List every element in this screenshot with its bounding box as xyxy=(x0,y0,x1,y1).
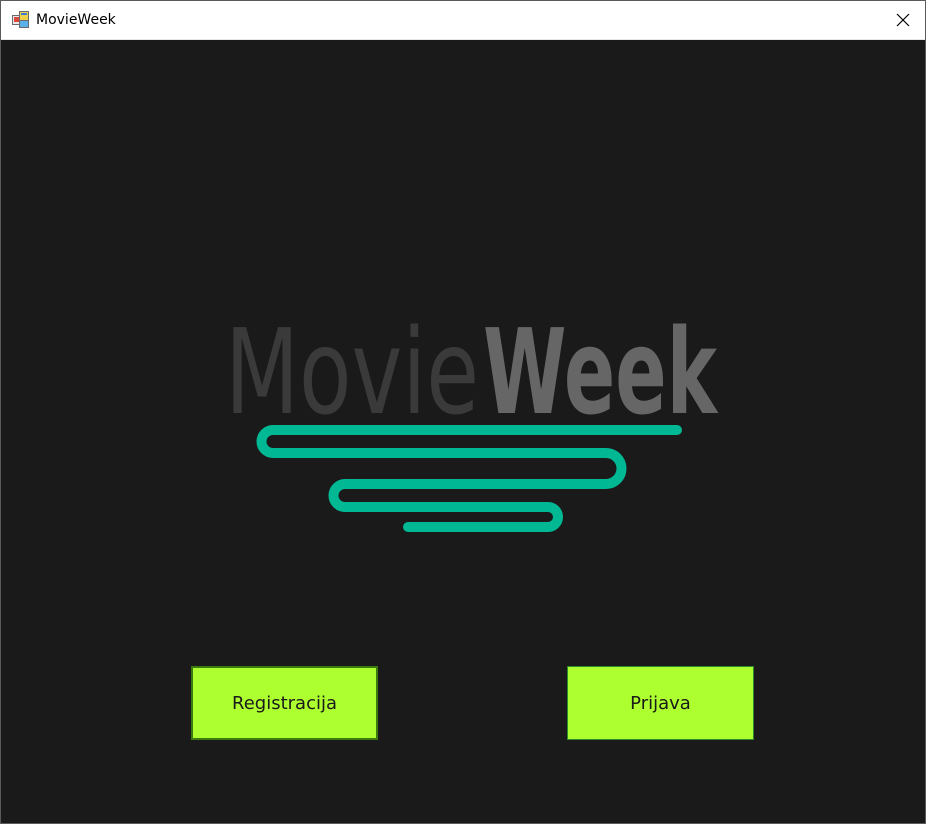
close-icon xyxy=(896,13,910,27)
close-button[interactable] xyxy=(881,1,925,39)
movieweek-logo: Movie Week xyxy=(221,310,721,550)
app-icon xyxy=(12,11,29,28)
app-window: MovieWeek Movie Week Registracija Prijav… xyxy=(0,0,926,824)
main-panel: Movie Week Registracija Prijava xyxy=(1,40,925,823)
register-button[interactable]: Registracija xyxy=(191,666,378,740)
logo-word-movie: Movie xyxy=(225,310,479,441)
logo-graphic: Movie Week xyxy=(225,310,719,532)
title-bar[interactable]: MovieWeek xyxy=(1,1,925,40)
window-title: MovieWeek xyxy=(36,12,116,28)
login-button[interactable]: Prijava xyxy=(567,666,754,740)
logo-word-week: Week xyxy=(483,310,719,441)
logo-swoosh-icon xyxy=(256,425,682,532)
